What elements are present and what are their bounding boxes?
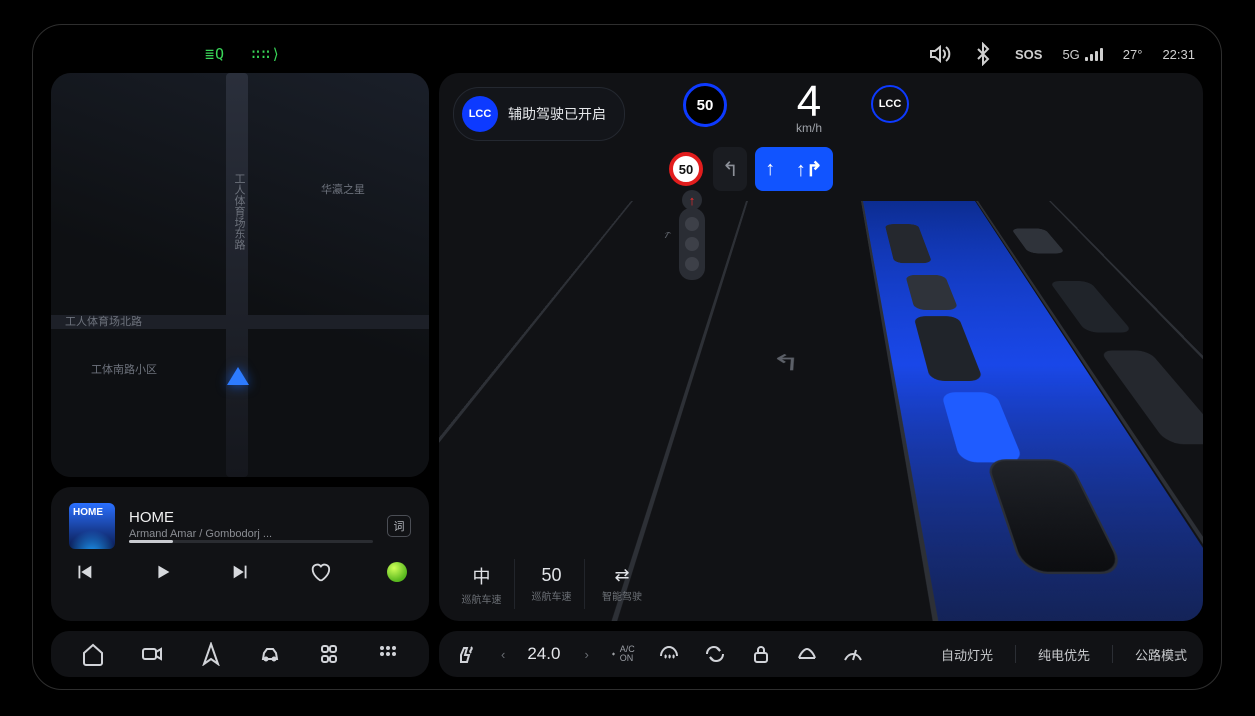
lyrics-button[interactable]: 词 xyxy=(387,515,411,537)
lock-button[interactable] xyxy=(749,642,773,666)
prev-track-button[interactable] xyxy=(73,561,95,583)
traffic-light-icon: ↑ xyxy=(679,208,705,280)
map-poi-label: 工体南路小区 xyxy=(91,361,157,377)
divider xyxy=(1015,645,1016,663)
speed-unit: km/h xyxy=(749,121,869,135)
temp-down-button[interactable]: ‹ xyxy=(501,647,505,662)
speed-limit-sign: 50 xyxy=(669,152,703,186)
lane-arrow-icon: ↑ xyxy=(657,228,676,240)
defrost-button[interactable] xyxy=(657,642,681,666)
divider xyxy=(1112,645,1113,663)
next-track-button[interactable] xyxy=(230,561,252,583)
signal-icon xyxy=(1085,48,1103,61)
detected-vehicle xyxy=(1011,228,1066,253)
current-speed: 4 km/h xyxy=(749,77,869,135)
lane-guidance-straight: ↑↑↱ xyxy=(755,147,833,191)
ac-state: ON xyxy=(620,654,635,663)
mode-label: 智能驾驶 xyxy=(602,588,642,603)
follow-level-label: 巡航车速 xyxy=(462,591,502,606)
album-tag: HOME xyxy=(73,507,103,518)
vehicle-cursor-icon xyxy=(227,367,249,385)
bluetooth-icon[interactable] xyxy=(971,42,995,66)
red-arrow-icon: ↑ xyxy=(682,190,702,210)
status-bar: ≣Q ∷∷⟩ SOS 5G 27° 22:31 xyxy=(51,39,1203,69)
road-label: 工人体育场北路 xyxy=(65,313,142,329)
drive-mode-button[interactable]: ⇄ 智能驾驶 xyxy=(589,559,655,609)
apps-button[interactable] xyxy=(376,642,400,666)
drive-mode-button[interactable]: 公路模式 xyxy=(1135,645,1187,664)
clock: 22:31 xyxy=(1162,47,1195,62)
temp-display[interactable]: 24.0 xyxy=(527,644,562,664)
music-card: HOME HOME Armand Amar / Gombodorj ... 词 xyxy=(51,487,429,621)
outside-temp: 27° xyxy=(1123,47,1143,62)
lcc-indicator[interactable]: LCC xyxy=(871,85,909,123)
album-art[interactable]: HOME xyxy=(69,503,115,549)
lane-arrow-icon: ↰ xyxy=(769,350,803,376)
network-label: 5G xyxy=(1062,47,1079,62)
favorite-button[interactable] xyxy=(309,561,331,583)
nav-button[interactable] xyxy=(199,642,223,666)
track-artist: Armand Amar / Gombodorj ... xyxy=(129,528,373,540)
cruise-set-speed[interactable]: 50 xyxy=(683,83,727,127)
car-button[interactable] xyxy=(258,642,282,666)
progress-bar[interactable] xyxy=(129,540,373,543)
left-dock xyxy=(51,631,429,677)
road-label: 工人体育场东路 xyxy=(231,173,247,250)
volume-icon[interactable] xyxy=(927,42,951,66)
track-title: HOME xyxy=(129,509,373,526)
adas-status-text: 辅助驾驶已开启 xyxy=(508,104,606,124)
cruise-speed-button[interactable]: 50 巡航车速 xyxy=(519,559,585,609)
temp-up-button[interactable]: › xyxy=(584,647,588,662)
ev-priority-button[interactable]: 纯电优先 xyxy=(1038,645,1090,664)
adas-status-pill[interactable]: LCC 辅助驾驶已开启 xyxy=(453,87,625,141)
recirc-button[interactable] xyxy=(703,642,727,666)
sos-button[interactable]: SOS xyxy=(1015,47,1042,62)
driving-scene: ↑ ↰ LCC 辅助驾驶已开启 xyxy=(439,73,1203,621)
driving-panel: ↑ ↰ LCC 辅助驾驶已开启 xyxy=(439,73,1203,621)
follow-distance-button[interactable]: 中 巡航车速 xyxy=(449,559,515,609)
cruise-value: 50 xyxy=(541,565,561,586)
follow-level: 中 xyxy=(473,563,491,589)
dashcam-button[interactable] xyxy=(140,642,164,666)
indicator-icon: ∷∷⟩ xyxy=(251,45,281,63)
swap-icon: ⇄ xyxy=(614,565,629,586)
music-source-icon[interactable] xyxy=(387,562,407,582)
right-dock: ‹ 24.0 › A/CON 自动灯光 纯电优先 公路模式 xyxy=(439,631,1203,677)
detected-vehicle xyxy=(1049,281,1133,332)
indicator-icon: ≣Q xyxy=(205,45,225,63)
lcc-badge-icon: LCC xyxy=(462,96,498,132)
wiper-button[interactable] xyxy=(841,642,865,666)
map-panel[interactable]: 工人体育场东路 工人体育场北路 华瀛之星 工体南路小区 xyxy=(51,73,429,477)
trunk-button[interactable] xyxy=(795,642,819,666)
map-poi-label: 华瀛之星 xyxy=(321,181,365,197)
speed-value: 4 xyxy=(797,77,821,126)
seat-button[interactable] xyxy=(317,642,341,666)
seat-heat-button[interactable] xyxy=(455,642,479,666)
lane-guidance-left: ↱ xyxy=(713,147,747,191)
cruise-label: 巡航车速 xyxy=(532,588,572,603)
home-button[interactable] xyxy=(81,642,105,666)
play-button[interactable] xyxy=(152,561,174,583)
auto-light-button[interactable]: 自动灯光 xyxy=(941,645,993,664)
fan-button[interactable]: A/CON xyxy=(611,642,635,666)
